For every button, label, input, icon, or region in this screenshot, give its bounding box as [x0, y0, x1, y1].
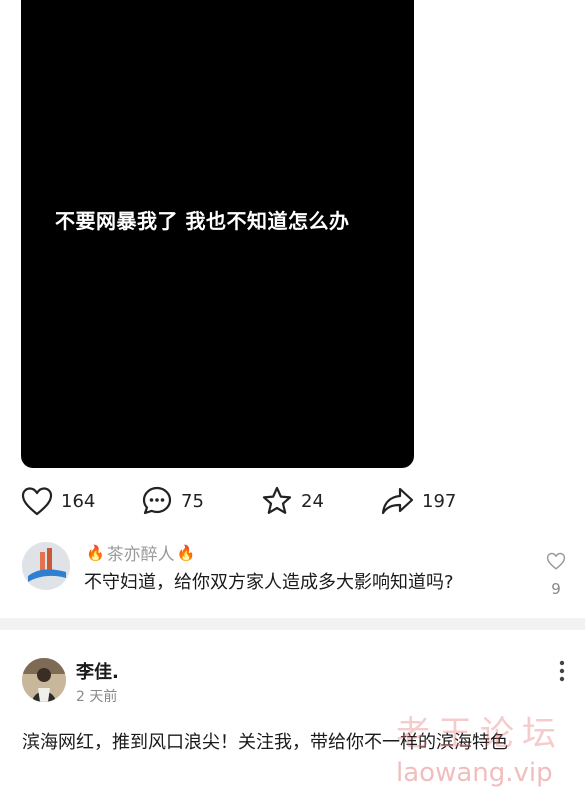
- star-icon: [261, 485, 293, 517]
- comment-button[interactable]: 75: [141, 482, 204, 520]
- post-time: 2 天前: [76, 689, 118, 705]
- heart-icon: [21, 486, 53, 516]
- watermark-url: laowang.vip: [396, 758, 553, 788]
- share-count: 197: [422, 490, 457, 512]
- action-bar: 164 75 24 197: [0, 482, 585, 520]
- more-options-button[interactable]: [552, 658, 572, 684]
- comment-author[interactable]: 🔥 茶亦醉人 🔥: [84, 540, 197, 566]
- comment-like-button[interactable]: [543, 552, 569, 574]
- share-arrow-icon: [380, 486, 414, 516]
- favorite-count: 24: [301, 490, 324, 512]
- fire-icon: 🔥: [86, 543, 105, 562]
- heart-icon: [546, 552, 566, 574]
- fire-icon: 🔥: [176, 543, 196, 562]
- comment-like-count: 9: [551, 580, 561, 598]
- comment-bubble-icon: [141, 485, 173, 517]
- video-caption: 不要网暴我了 我也不知道怎么办: [55, 209, 350, 233]
- avatar[interactable]: [22, 542, 70, 590]
- share-button[interactable]: 197: [380, 482, 456, 520]
- like-button[interactable]: 164: [21, 482, 95, 520]
- comment-text: 不守妇道，给你双方家人造成多大影响知道吗?: [84, 572, 454, 593]
- post-author[interactable]: 李佳.: [76, 658, 119, 684]
- comment-count: 75: [181, 490, 204, 512]
- watermark-text: 老王论坛: [396, 714, 564, 754]
- comment-author-name: 茶亦醉人: [106, 545, 175, 565]
- section-divider: [0, 618, 585, 630]
- top-comment: 🔥 茶亦醉人 🔥 不守妇道，给你双方家人造成多大影响知道吗? 9: [0, 530, 585, 610]
- video-player[interactable]: 不要网暴我了 我也不知道怎么办: [21, 0, 414, 468]
- like-count: 164: [61, 490, 96, 512]
- favorite-button[interactable]: 24: [261, 482, 324, 520]
- avatar[interactable]: [22, 658, 66, 702]
- more-vertical-icon: [552, 660, 572, 688]
